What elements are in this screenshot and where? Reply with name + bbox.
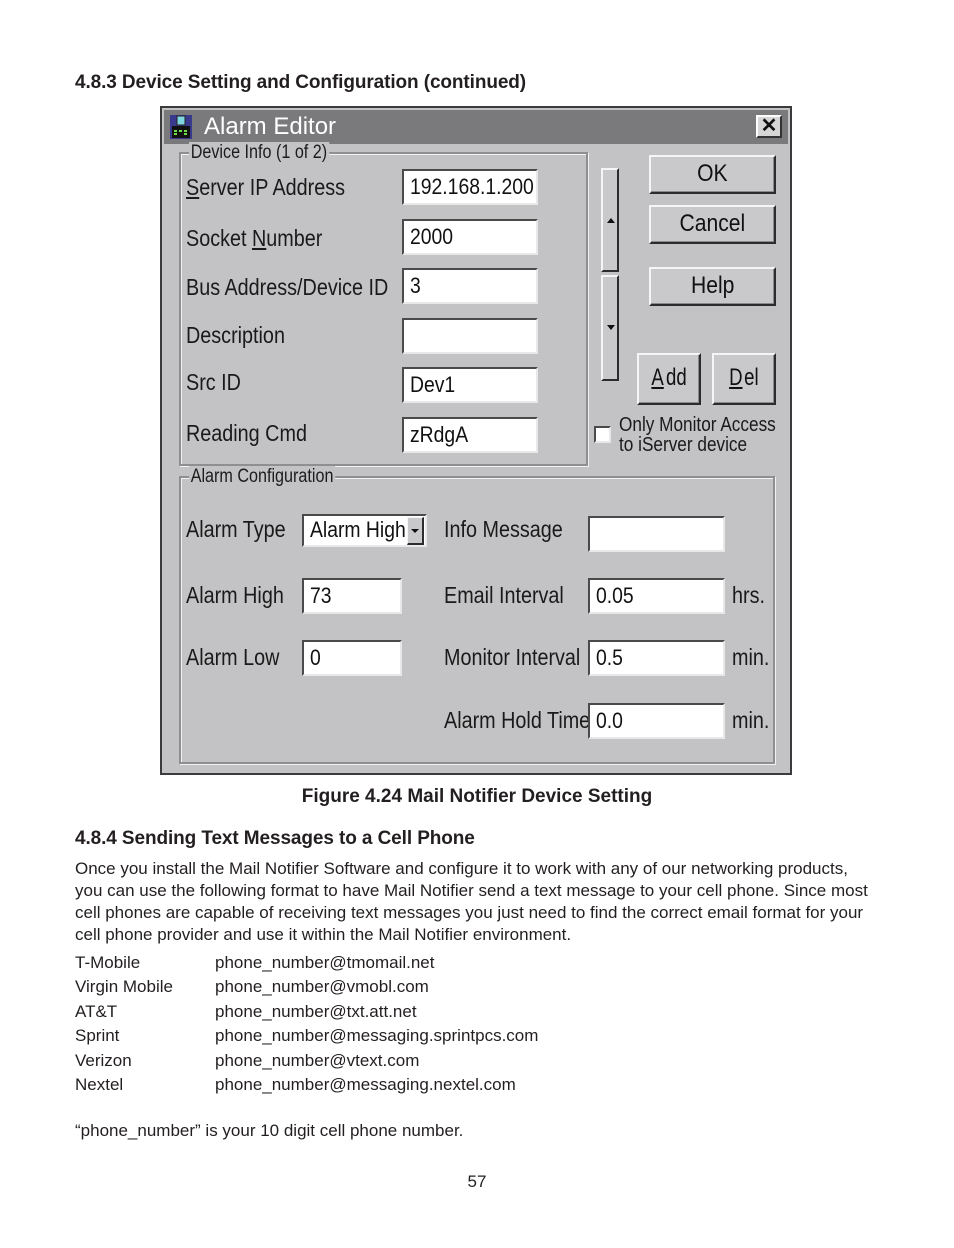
provider-name: AT&T xyxy=(75,1001,118,1021)
list-item: T-Mobile phone_number@tmomail.net xyxy=(75,951,538,975)
section-heading-2: 4.8.4 Sending Text Messages to a Cell Ph… xyxy=(75,828,475,849)
device-icon xyxy=(170,115,192,139)
alarm-low-label: Alarm Low xyxy=(186,644,280,670)
arrow-down-icon xyxy=(607,325,615,330)
provider-name: T-Mobile xyxy=(75,953,141,972)
provider-name: Nextel xyxy=(75,1075,124,1095)
list-item: Verizon phone_number@vtext.com xyxy=(75,1049,538,1073)
alarm-high-input[interactable]: 73 xyxy=(302,578,402,614)
provider-list: T-Mobile phone_number@tmomail.net Virgin … xyxy=(75,951,538,1097)
alarm-type-select[interactable]: Alarm High xyxy=(302,514,427,547)
alarm-hold-time-label: Alarm Hold Time xyxy=(444,707,591,733)
provider-name: Virgin Mobile xyxy=(75,977,173,997)
email-interval-label: Email Interval xyxy=(444,582,564,608)
bus-address-input[interactable]: 3 xyxy=(402,268,538,304)
close-button[interactable]: ✕ xyxy=(756,115,782,138)
info-message-label: Info Message xyxy=(444,516,563,542)
del-button[interactable]: Del xyxy=(712,353,776,405)
bus-address-label: Bus Address/Device ID xyxy=(186,274,389,300)
email-interval-input[interactable]: 0.05 xyxy=(588,578,725,614)
monitor-interval-input[interactable]: 0.5 xyxy=(588,640,725,676)
help-button[interactable]: Help xyxy=(649,267,776,306)
provider-format: phone_number@txt.att.net xyxy=(215,1001,417,1021)
provider-format: phone_number@messaging.sprintpcs.com xyxy=(215,1026,539,1046)
provider-format: phone_number@messaging.nextel.com xyxy=(215,1075,516,1095)
src-id-label: Src ID xyxy=(186,369,241,395)
list-item: Sprint phone_number@messaging.sprintpcs.c… xyxy=(75,1024,538,1048)
reading-cmd-label: Reading Cmd xyxy=(186,420,307,446)
alarm-config-group-label: Alarm Configuration xyxy=(189,466,336,488)
body-paragraph: Once you install the Mail Notifier Softw… xyxy=(75,859,868,944)
close-icon: ✕ xyxy=(760,115,778,137)
reading-cmd-input[interactable]: zRdgA xyxy=(402,417,538,453)
monitor-only-label: Only Monitor Access to iServer device xyxy=(619,414,776,456)
provider-format: phone_number@vtext.com xyxy=(215,1050,420,1070)
info-message-input[interactable] xyxy=(588,516,725,552)
alarm-editor-dialog: Alarm Editor ✕ Device Info (1 of 2) Serv… xyxy=(160,106,792,775)
alarm-low-input[interactable]: 0 xyxy=(302,640,402,676)
title-bar[interactable]: Alarm Editor ✕ xyxy=(164,110,788,144)
ok-button[interactable]: OK xyxy=(649,155,776,194)
src-id-input[interactable]: Dev1 xyxy=(402,367,538,403)
description-input[interactable] xyxy=(402,318,538,354)
cancel-button[interactable]: Cancel xyxy=(649,205,776,244)
figure-caption: Figure 4.24 Mail Notifier Device Setting xyxy=(301,786,653,807)
arrow-up-icon xyxy=(607,218,615,223)
list-item: Nextel phone_number@messaging.nextel.com xyxy=(75,1073,538,1097)
section-heading: 4.8.3 Device Setting and Configuration (… xyxy=(75,72,527,93)
alarm-type-label: Alarm Type xyxy=(186,516,286,542)
provider-name: Verizon xyxy=(75,1050,132,1070)
socket-number-label: Socket Number xyxy=(186,225,323,251)
dialog-title: Alarm Editor xyxy=(204,113,337,140)
provider-format: phone_number@vmobl.com xyxy=(215,977,429,997)
phone-number-note: “phone_number” is your 10 digit cell pho… xyxy=(75,1121,464,1140)
device-info-group-label: Device Info (1 of 2) xyxy=(189,142,329,164)
chevron-down-icon[interactable] xyxy=(407,517,424,545)
alarm-high-label: Alarm High xyxy=(186,582,284,608)
provider-format: phone_number@tmomail.net xyxy=(215,953,435,972)
page-up-button[interactable] xyxy=(601,168,619,272)
monitor-interval-label: Monitor Interval xyxy=(444,644,581,670)
description-label: Description xyxy=(186,322,285,348)
monitor-only-checkbox[interactable] xyxy=(594,426,611,443)
alarm-hold-time-unit: min. xyxy=(732,707,770,733)
socket-number-input[interactable]: 2000 xyxy=(402,219,538,255)
list-item: Virgin Mobile phone_number@vmobl.com xyxy=(75,975,538,999)
add-button[interactable]: Add xyxy=(637,353,701,405)
provider-name: Sprint xyxy=(75,1026,120,1046)
alarm-hold-time-input[interactable]: 0.0 xyxy=(588,703,725,739)
server-ip-input[interactable]: 192.168.1.200 xyxy=(402,169,538,205)
email-interval-unit: hrs. xyxy=(732,582,765,608)
server-ip-label: Server IP Address xyxy=(186,174,346,200)
page-down-button[interactable] xyxy=(601,275,619,381)
list-item: AT&T phone_number@txt.att.net xyxy=(75,1000,538,1024)
page-number: 57 xyxy=(467,1172,487,1191)
monitor-interval-unit: min. xyxy=(732,644,770,670)
